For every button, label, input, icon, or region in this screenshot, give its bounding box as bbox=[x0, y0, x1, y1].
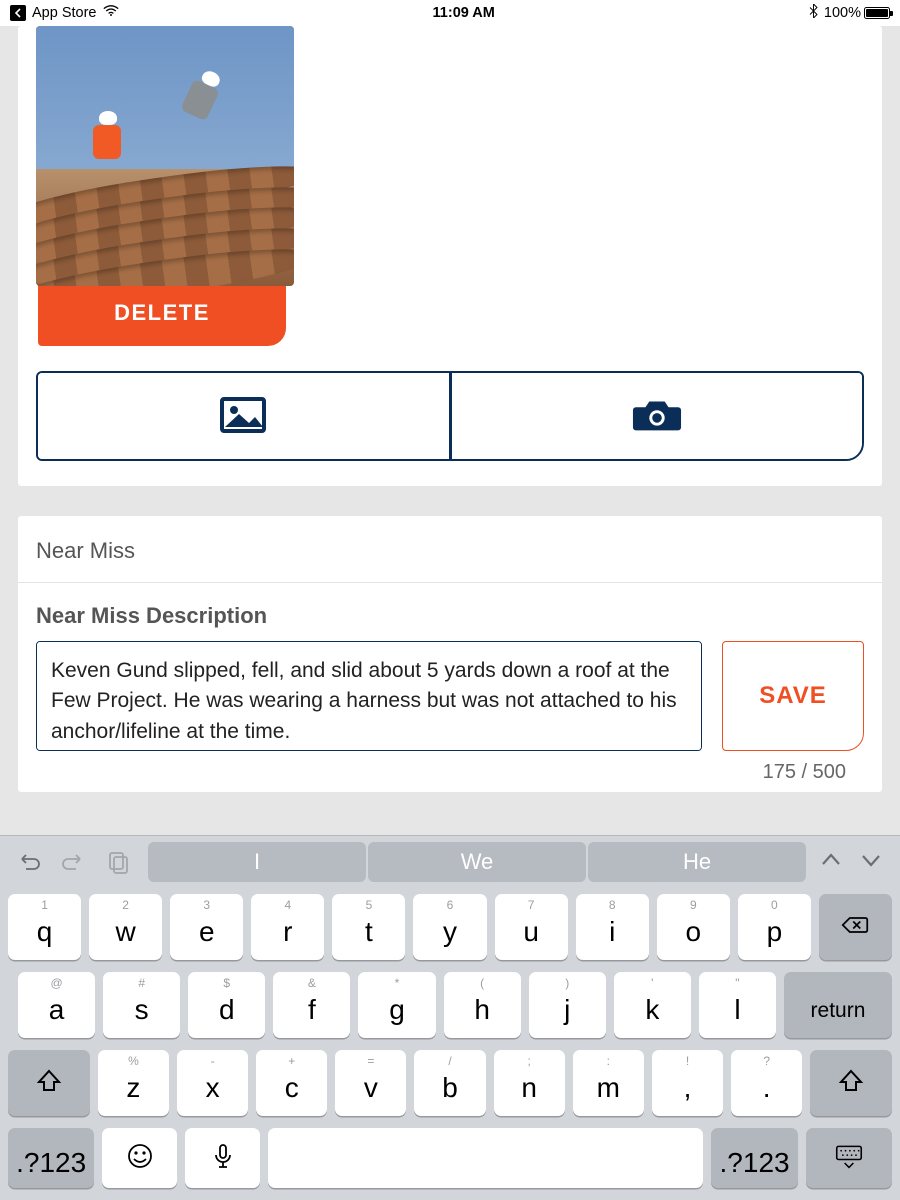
key-c[interactable]: +c bbox=[256, 1050, 327, 1116]
key-d[interactable]: $d bbox=[188, 972, 265, 1038]
media-row bbox=[36, 371, 864, 461]
suggestion-row: I We He bbox=[148, 842, 806, 882]
key-q[interactable]: 1q bbox=[8, 894, 81, 960]
key-e[interactable]: 3e bbox=[170, 894, 243, 960]
camera-button[interactable] bbox=[449, 373, 863, 459]
key-o[interactable]: 9o bbox=[657, 894, 730, 960]
key-w[interactable]: 2w bbox=[89, 894, 162, 960]
key-f[interactable]: &f bbox=[273, 972, 350, 1038]
onscreen-keyboard: I We He 1q2w3e4r5t6y7u8i9o0p @a#s$d&f*g(… bbox=[0, 835, 900, 1200]
key-b[interactable]: /b bbox=[414, 1050, 485, 1116]
wifi-icon bbox=[103, 5, 119, 21]
key-p[interactable]: 0p bbox=[738, 894, 811, 960]
page-content: DELETE Near Miss Near Miss Description S… bbox=[0, 26, 900, 835]
key-u[interactable]: 7u bbox=[495, 894, 568, 960]
char-counter: 175 / 500 bbox=[36, 751, 864, 784]
key-space[interactable] bbox=[268, 1128, 703, 1188]
key-s[interactable]: #s bbox=[103, 972, 180, 1038]
key-hide-keyboard[interactable] bbox=[806, 1128, 892, 1188]
delete-button[interactable]: DELETE bbox=[38, 280, 286, 346]
gallery-button[interactable] bbox=[38, 373, 449, 459]
redo-icon[interactable] bbox=[56, 845, 90, 879]
key-g[interactable]: *g bbox=[358, 972, 435, 1038]
clock: 11:09 AM bbox=[433, 5, 495, 21]
key-backspace[interactable] bbox=[819, 894, 892, 960]
key-shift-right[interactable] bbox=[810, 1050, 892, 1116]
undo-icon[interactable] bbox=[12, 845, 46, 879]
camera-icon bbox=[632, 395, 682, 438]
chevron-down-icon[interactable] bbox=[860, 849, 882, 876]
key-h[interactable]: (h bbox=[444, 972, 521, 1038]
key-z[interactable]: %z bbox=[98, 1050, 169, 1116]
key-return[interactable]: return bbox=[784, 972, 892, 1038]
key-t[interactable]: 5t bbox=[332, 894, 405, 960]
description-input[interactable] bbox=[36, 641, 702, 751]
suggestion-3[interactable]: He bbox=[588, 842, 806, 882]
suggestion-1[interactable]: I bbox=[148, 842, 366, 882]
key-r[interactable]: 4r bbox=[251, 894, 324, 960]
save-button[interactable]: SAVE bbox=[722, 641, 864, 751]
back-app-label[interactable]: App Store bbox=[32, 5, 97, 21]
battery-pct: 100% bbox=[824, 5, 861, 21]
battery-indicator: 100% bbox=[824, 5, 890, 21]
shift-icon bbox=[35, 1067, 63, 1100]
key-v[interactable]: =v bbox=[335, 1050, 406, 1116]
near-miss-section: Near Miss Near Miss Description SAVE 175… bbox=[18, 516, 882, 792]
bluetooth-icon bbox=[809, 4, 818, 22]
suggestion-2[interactable]: We bbox=[368, 842, 586, 882]
key-m[interactable]: :m bbox=[573, 1050, 644, 1116]
image-icon bbox=[218, 395, 268, 438]
key-symbols-right[interactable]: .?123 bbox=[711, 1128, 797, 1188]
key-emoji[interactable] bbox=[102, 1128, 177, 1188]
key-,[interactable]: !, bbox=[652, 1050, 723, 1116]
shift-icon bbox=[837, 1067, 865, 1100]
key-dictation[interactable] bbox=[185, 1128, 260, 1188]
clipboard-icon[interactable] bbox=[100, 845, 134, 879]
emoji-icon bbox=[126, 1142, 154, 1175]
chevron-up-icon[interactable] bbox=[820, 849, 842, 876]
key-x[interactable]: -x bbox=[177, 1050, 248, 1116]
status-bar: App Store 11:09 AM 100% bbox=[0, 0, 900, 26]
key-k[interactable]: 'k bbox=[614, 972, 691, 1038]
back-to-appstore-icon[interactable] bbox=[10, 5, 26, 21]
key-i[interactable]: 8i bbox=[576, 894, 649, 960]
key-l[interactable]: "l bbox=[699, 972, 776, 1038]
key-symbols[interactable]: .?123 bbox=[8, 1128, 94, 1188]
photo-card: DELETE bbox=[18, 26, 882, 486]
photo-thumbnail[interactable] bbox=[36, 26, 294, 286]
key-a[interactable]: @a bbox=[18, 972, 95, 1038]
key-n[interactable]: ;n bbox=[494, 1050, 565, 1116]
backspace-icon bbox=[841, 911, 869, 944]
section-title: Near Miss bbox=[18, 516, 882, 583]
key-.[interactable]: ?. bbox=[731, 1050, 802, 1116]
keyboard-icon bbox=[835, 1142, 863, 1175]
key-shift-left[interactable] bbox=[8, 1050, 90, 1116]
mic-icon bbox=[209, 1142, 237, 1175]
description-label: Near Miss Description bbox=[36, 603, 864, 629]
key-j[interactable]: )j bbox=[529, 972, 606, 1038]
key-y[interactable]: 6y bbox=[413, 894, 486, 960]
